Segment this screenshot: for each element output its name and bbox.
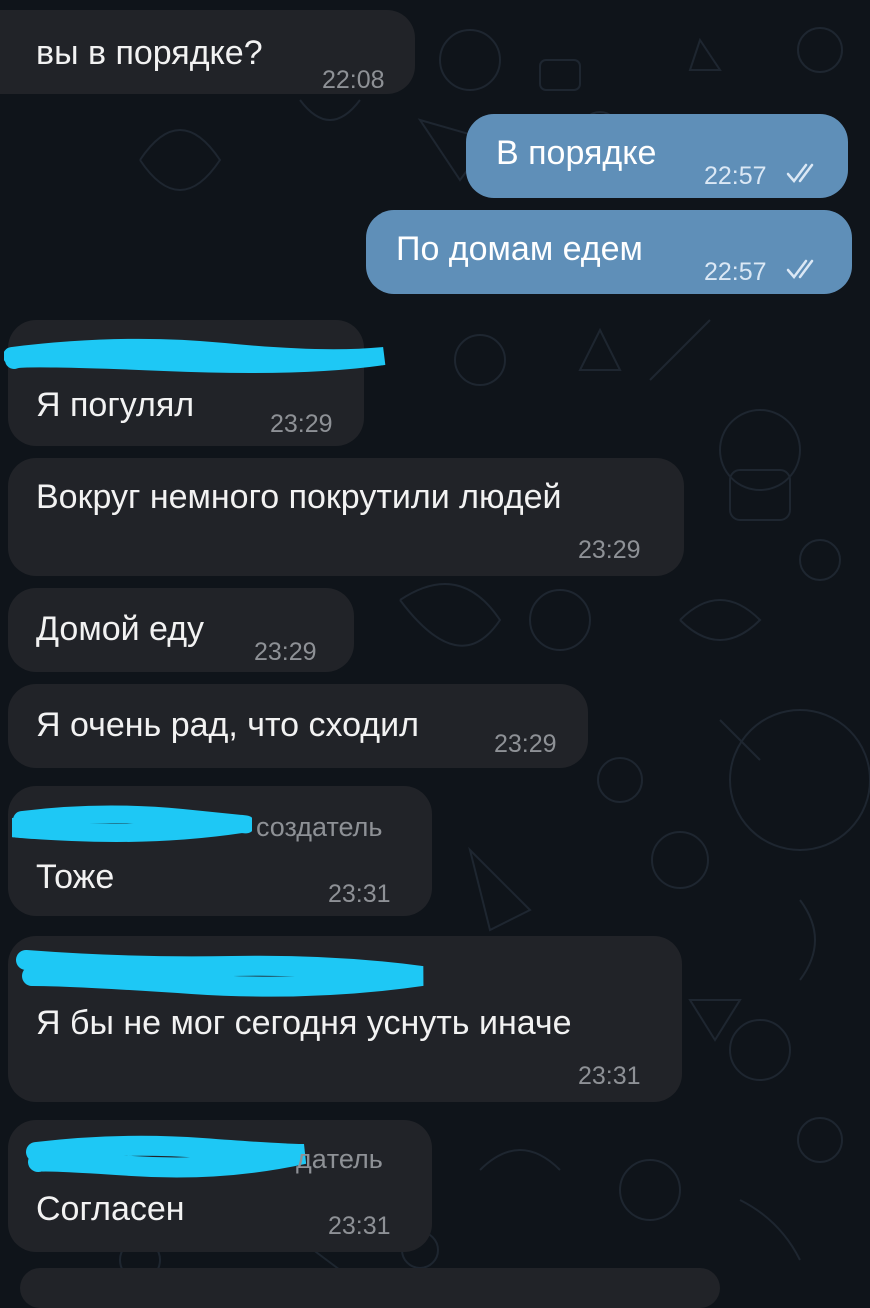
message-bubble-incoming[interactable]: Я погулял 23:29	[4, 320, 386, 446]
message-time: 22:08	[322, 66, 385, 94]
message-time: 23:29	[578, 536, 641, 564]
message-bubble-incoming[interactable]: Домой еду 23:29	[8, 588, 354, 672]
message-time: 23:29	[494, 730, 557, 758]
message-bubble-incoming[interactable]: дaтель Согласен 23:31	[8, 1120, 432, 1252]
message-time: 22:57	[704, 258, 767, 286]
double-check-icon	[786, 163, 814, 183]
message-text: По домам едем	[396, 230, 643, 268]
message-bubble-incoming[interactable]: Вокруг немного покрутили людей 23:29	[8, 458, 684, 576]
message-text: Я погулял	[36, 386, 195, 424]
double-check-icon	[786, 259, 814, 279]
message-text: Согласен	[36, 1190, 185, 1228]
message-text: В порядке	[496, 134, 657, 172]
redacted-sender-name	[4, 338, 386, 373]
message-time: 23:31	[578, 1062, 641, 1090]
message-text: Тоже	[36, 858, 115, 896]
message-bubble-incoming[interactable]: Я очень рад, что сходил 23:29	[8, 684, 588, 768]
message-bubble-incoming[interactable]: Я бы не мог сегодня уснуть иначе 23:31	[8, 936, 682, 1102]
message-time: 23:31	[328, 1212, 391, 1240]
message-time: 22:57	[704, 162, 767, 190]
message-time: 23:31	[328, 880, 391, 908]
sender-role-label: дaтель	[296, 1144, 383, 1174]
message-text: Я очень рад, что сходил	[36, 706, 419, 744]
message-bubble-outgoing[interactable]: По домам едем 22:57	[366, 210, 852, 294]
redacted-sender-name	[12, 805, 252, 842]
message-bubble-incoming[interactable]: создатель Тоже 23:31	[8, 786, 432, 916]
message-bubble-outgoing[interactable]: В порядке 22:57	[466, 114, 848, 198]
message-time: 23:29	[270, 410, 333, 438]
message-text: Вокруг немного покрутили людей	[36, 478, 562, 516]
message-text: Домой еду	[36, 610, 205, 648]
message-bubble-incoming[interactable]: вы в порядке? 22:08	[0, 10, 415, 94]
redacted-sender-name	[16, 950, 424, 997]
message-text: Я бы не мог сегодня уснуть иначе	[36, 1004, 572, 1042]
sender-role-label: создатель	[256, 812, 383, 842]
message-text: вы в порядке?	[36, 34, 263, 72]
message-time: 23:29	[254, 638, 317, 666]
redacted-sender-name	[26, 1135, 307, 1178]
message-bubble-incoming-partial[interactable]	[20, 1268, 720, 1308]
